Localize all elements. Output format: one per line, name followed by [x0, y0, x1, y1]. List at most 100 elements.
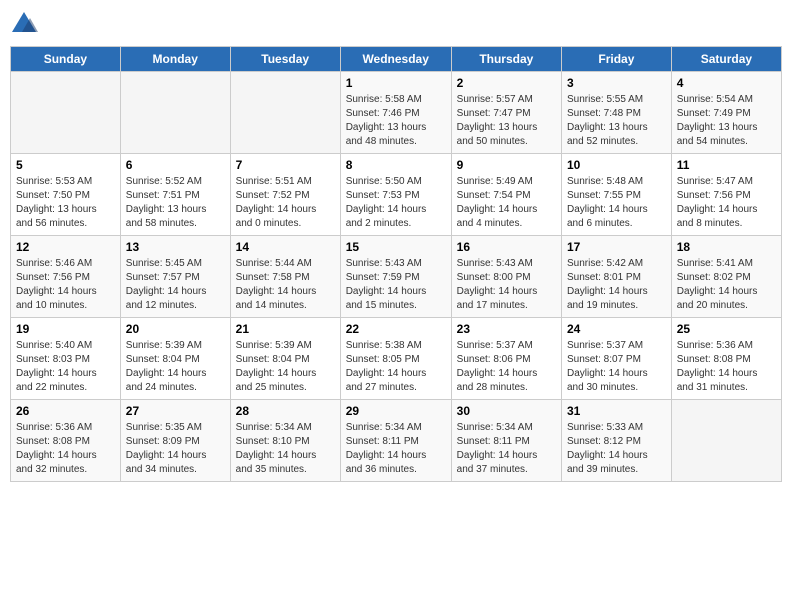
calendar-cell: 21 Sunrise: 5:39 AM Sunset: 8:04 PM Dayli…	[230, 318, 340, 400]
day-info: Sunrise: 5:41 AM Sunset: 8:02 PM Dayligh…	[677, 257, 776, 313]
calendar-cell: 25 Sunrise: 5:36 AM Sunset: 8:08 PM Dayli…	[671, 318, 781, 400]
day-number: 11	[677, 158, 776, 172]
day-info: Sunrise: 5:34 AM Sunset: 8:11 PM Dayligh…	[457, 421, 556, 477]
calendar-cell: 10 Sunrise: 5:48 AM Sunset: 7:55 PM Dayli…	[561, 154, 671, 236]
calendar-cell	[230, 72, 340, 154]
calendar-cell: 22 Sunrise: 5:38 AM Sunset: 8:05 PM Dayli…	[340, 318, 451, 400]
calendar-cell: 26 Sunrise: 5:36 AM Sunset: 8:08 PM Dayli…	[11, 400, 121, 482]
calendar-week-5: 26 Sunrise: 5:36 AM Sunset: 8:08 PM Dayli…	[11, 400, 782, 482]
day-number: 2	[457, 76, 556, 90]
day-number: 26	[16, 404, 115, 418]
day-info: Sunrise: 5:51 AM Sunset: 7:52 PM Dayligh…	[236, 175, 335, 231]
day-info: Sunrise: 5:34 AM Sunset: 8:11 PM Dayligh…	[346, 421, 446, 477]
day-info: Sunrise: 5:40 AM Sunset: 8:03 PM Dayligh…	[16, 339, 115, 395]
calendar-week-4: 19Sunrise: 5:40 AM Sunset: 8:03 PM Dayli…	[11, 318, 782, 400]
day-info: Sunrise: 5:39 AM Sunset: 8:04 PM Dayligh…	[126, 339, 225, 395]
day-info: Sunrise: 5:39 AM Sunset: 8:04 PM Dayligh…	[236, 339, 335, 395]
day-info: Sunrise: 5:37 AM Sunset: 8:06 PM Dayligh…	[457, 339, 556, 395]
calendar-cell: 7 Sunrise: 5:51 AM Sunset: 7:52 PM Daylig…	[230, 154, 340, 236]
page-header	[10, 10, 782, 38]
day-info: Sunrise: 5:43 AM Sunset: 8:00 PM Dayligh…	[457, 257, 556, 313]
calendar-cell: 23 Sunrise: 5:37 AM Sunset: 8:06 PM Dayli…	[451, 318, 561, 400]
calendar-week-1: 1Sunrise: 5:58 AM Sunset: 7:46 PM Daylig…	[11, 72, 782, 154]
day-number: 8	[346, 158, 446, 172]
day-info: Sunrise: 5:50 AM Sunset: 7:53 PM Dayligh…	[346, 175, 446, 231]
day-number: 24	[567, 322, 666, 336]
calendar-cell: 16 Sunrise: 5:43 AM Sunset: 8:00 PM Dayli…	[451, 236, 561, 318]
calendar-cell: 18 Sunrise: 5:41 AM Sunset: 8:02 PM Dayli…	[671, 236, 781, 318]
day-number: 6	[126, 158, 225, 172]
day-info: Sunrise: 5:57 AM Sunset: 7:47 PM Dayligh…	[457, 93, 556, 149]
weekday-header-saturday: Saturday	[671, 47, 781, 72]
calendar-cell: 15 Sunrise: 5:43 AM Sunset: 7:59 PM Dayli…	[340, 236, 451, 318]
weekday-header-friday: Friday	[561, 47, 671, 72]
day-number: 31	[567, 404, 666, 418]
calendar-cell: 12 Sunrise: 5:46 AM Sunset: 7:56 PM Dayli…	[11, 236, 121, 318]
calendar-cell: 6Sunrise: 5:52 AM Sunset: 7:51 PM Daylig…	[120, 154, 230, 236]
calendar-cell: 30Sunrise: 5:34 AM Sunset: 8:11 PM Dayli…	[451, 400, 561, 482]
day-number: 9	[457, 158, 556, 172]
day-number: 18	[677, 240, 776, 254]
day-number: 29	[346, 404, 446, 418]
calendar-cell: 27 Sunrise: 5:35 AM Sunset: 8:09 PM Dayli…	[120, 400, 230, 482]
day-number: 28	[236, 404, 335, 418]
calendar-cell: 14Sunrise: 5:44 AM Sunset: 7:58 PM Dayli…	[230, 236, 340, 318]
weekday-header-monday: Monday	[120, 47, 230, 72]
calendar-cell: 4 Sunrise: 5:54 AM Sunset: 7:49 PM Daylig…	[671, 72, 781, 154]
calendar-cell	[671, 400, 781, 482]
day-number: 15	[346, 240, 446, 254]
day-number: 21	[236, 322, 335, 336]
day-number: 5	[16, 158, 115, 172]
day-info: Sunrise: 5:35 AM Sunset: 8:09 PM Dayligh…	[126, 421, 225, 477]
calendar-cell: 13 Sunrise: 5:45 AM Sunset: 7:57 PM Dayli…	[120, 236, 230, 318]
weekday-header-wednesday: Wednesday	[340, 47, 451, 72]
calendar-cell: 9 Sunrise: 5:49 AM Sunset: 7:54 PM Daylig…	[451, 154, 561, 236]
day-info: Sunrise: 5:38 AM Sunset: 8:05 PM Dayligh…	[346, 339, 446, 395]
calendar-week-3: 12 Sunrise: 5:46 AM Sunset: 7:56 PM Dayli…	[11, 236, 782, 318]
day-number: 4	[677, 76, 776, 90]
day-number: 22	[346, 322, 446, 336]
calendar-cell: 5Sunrise: 5:53 AM Sunset: 7:50 PM Daylig…	[11, 154, 121, 236]
day-info: Sunrise: 5:33 AM Sunset: 8:12 PM Dayligh…	[567, 421, 666, 477]
day-number: 14	[236, 240, 335, 254]
day-number: 27	[126, 404, 225, 418]
calendar-cell	[11, 72, 121, 154]
calendar-cell: 19Sunrise: 5:40 AM Sunset: 8:03 PM Dayli…	[11, 318, 121, 400]
day-number: 16	[457, 240, 556, 254]
day-number: 3	[567, 76, 666, 90]
calendar-week-2: 5Sunrise: 5:53 AM Sunset: 7:50 PM Daylig…	[11, 154, 782, 236]
day-number: 7	[236, 158, 335, 172]
calendar-cell: 11Sunrise: 5:47 AM Sunset: 7:56 PM Dayli…	[671, 154, 781, 236]
calendar-cell: 28 Sunrise: 5:34 AM Sunset: 8:10 PM Dayli…	[230, 400, 340, 482]
day-info: Sunrise: 5:48 AM Sunset: 7:55 PM Dayligh…	[567, 175, 666, 231]
weekday-header-thursday: Thursday	[451, 47, 561, 72]
day-info: Sunrise: 5:34 AM Sunset: 8:10 PM Dayligh…	[236, 421, 335, 477]
day-info: Sunrise: 5:42 AM Sunset: 8:01 PM Dayligh…	[567, 257, 666, 313]
day-number: 13	[126, 240, 225, 254]
weekday-header-row: SundayMondayTuesdayWednesdayThursdayFrid…	[11, 47, 782, 72]
day-info: Sunrise: 5:49 AM Sunset: 7:54 PM Dayligh…	[457, 175, 556, 231]
day-number: 20	[126, 322, 225, 336]
day-info: Sunrise: 5:46 AM Sunset: 7:56 PM Dayligh…	[16, 257, 115, 313]
day-number: 10	[567, 158, 666, 172]
day-info: Sunrise: 5:36 AM Sunset: 8:08 PM Dayligh…	[16, 421, 115, 477]
day-info: Sunrise: 5:54 AM Sunset: 7:49 PM Dayligh…	[677, 93, 776, 149]
calendar-cell: 20 Sunrise: 5:39 AM Sunset: 8:04 PM Dayli…	[120, 318, 230, 400]
calendar-cell: 8 Sunrise: 5:50 AM Sunset: 7:53 PM Daylig…	[340, 154, 451, 236]
day-info: Sunrise: 5:36 AM Sunset: 8:08 PM Dayligh…	[677, 339, 776, 395]
calendar-cell	[120, 72, 230, 154]
calendar-cell: 31 Sunrise: 5:33 AM Sunset: 8:12 PM Dayli…	[561, 400, 671, 482]
calendar-cell: 3Sunrise: 5:55 AM Sunset: 7:48 PM Daylig…	[561, 72, 671, 154]
logo	[10, 10, 42, 38]
day-info: Sunrise: 5:58 AM Sunset: 7:46 PM Dayligh…	[346, 93, 446, 149]
day-info: Sunrise: 5:43 AM Sunset: 7:59 PM Dayligh…	[346, 257, 446, 313]
day-number: 23	[457, 322, 556, 336]
day-number: 12	[16, 240, 115, 254]
weekday-header-sunday: Sunday	[11, 47, 121, 72]
calendar-cell: 24Sunrise: 5:37 AM Sunset: 8:07 PM Dayli…	[561, 318, 671, 400]
day-info: Sunrise: 5:45 AM Sunset: 7:57 PM Dayligh…	[126, 257, 225, 313]
calendar-cell: 1Sunrise: 5:58 AM Sunset: 7:46 PM Daylig…	[340, 72, 451, 154]
calendar-cell: 2 Sunrise: 5:57 AM Sunset: 7:47 PM Daylig…	[451, 72, 561, 154]
calendar-cell: 29 Sunrise: 5:34 AM Sunset: 8:11 PM Dayli…	[340, 400, 451, 482]
day-number: 25	[677, 322, 776, 336]
